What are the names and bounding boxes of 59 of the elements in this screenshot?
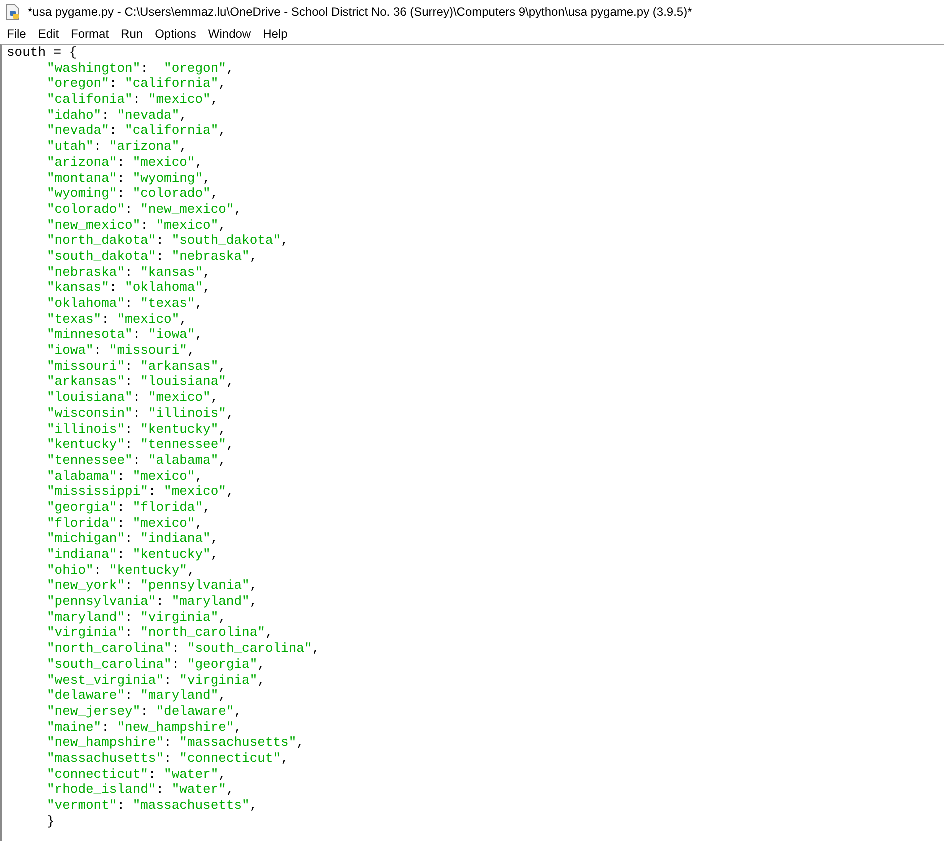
code-line: "iowa": "missouri", [47,343,196,359]
code-line: "nevada": "california", [47,123,226,140]
code-line: } [47,814,55,830]
menu-item[interactable]: Options [149,27,202,41]
menu-item[interactable]: Window [202,27,258,41]
code-line: "vermont": "massachusetts", [47,798,258,814]
code-line: "alabama": "mexico", [47,468,204,484]
menu-item[interactable]: Format [65,27,116,41]
window-title: *usa pygame.py - C:\Users\emmaz.lu\OneDrive - School District No. 36 (Surrey)\Computers 9\python\usa pygame.py (3.9.5)* [28,5,692,19]
code-line: "califonia": "mexico", [47,92,219,108]
code-line: "new_mexico": "mexico", [47,218,226,234]
code-line: "texas": "mexico", [47,312,188,328]
code-line: "indiana": "kentucky", [47,547,219,563]
code-line: "georgia": "florida", [47,500,211,516]
code-line: "louisiana": "mexico", [47,390,219,406]
code-line: "south_carolina": "georgia", [47,656,266,672]
code-line: "new_jersey": "delaware", [47,704,242,720]
code-line: "pennsylvania": "maryland", [47,594,258,610]
code-line: "montana": "wyoming", [47,170,211,186]
code-line: "maine": "new_hampshire", [47,720,242,736]
code-line: "arizona": "mexico", [47,154,204,170]
code-line: "new_hampshire": "massachusetts", [47,735,304,751]
menu-item[interactable]: Run [115,27,150,41]
code-line: "delaware": "maryland", [47,688,226,704]
code-line: "wisconsin": "illinois", [47,406,234,422]
code-line: "illinois": "kentucky", [47,422,226,438]
code-line: "kentucky": "tennessee", [47,437,234,453]
menu-item[interactable]: File [1,27,32,41]
code-line: "connecticut": "water", [47,766,226,782]
code-line: "new_york": "pennsylvania", [47,578,258,594]
code-line: "kansas": "oklahoma", [47,280,211,296]
code-line: "west_virginia": "virginia", [47,672,266,688]
code-line: "florida": "mexico", [47,516,204,532]
code-line: "washington": "oregon", [47,60,234,76]
code-line: "ohio": "kentucky", [47,562,196,578]
code-line: south = { [7,45,78,61]
code-line: "north_carolina": "south_carolina", [47,641,320,657]
menu-item[interactable]: Help [257,27,294,41]
code-line: "massachusetts": "connecticut", [47,750,289,767]
code-line: "minnesota": "iowa", [47,327,204,344]
code-line: "nebraska": "kansas", [47,264,211,280]
code-line: "idaho": "nevada", [47,108,188,124]
code-line: "colorado": "new_mexico", [47,202,242,218]
code-line: "michigan": "indiana", [47,531,219,547]
code-line: "oklahoma": "texas", [47,296,204,312]
code-line: "virginia": "north_carolina", [47,625,274,642]
code-line: "south_dakota": "nebraska", [47,248,258,265]
code-line: "rhode_island": "water", [47,782,234,798]
python-file-icon [5,4,22,20]
code-line: "missouri": "arkansas", [47,358,226,374]
code-line: "arkansas": "louisiana", [47,374,234,390]
code-line: "utah": "arizona", [47,139,188,155]
code-line: "wyoming": "colorado", [47,186,219,202]
code-line: "maryland": "virginia", [47,610,226,626]
code-line: "north_dakota": "south_dakota", [47,233,289,249]
menu-item[interactable]: Edit [32,27,66,41]
code-line: "tennessee": "alabama", [47,452,226,469]
code-line: "oregon": "california", [47,76,226,92]
code-line: "mississippi": "mexico", [47,484,234,500]
